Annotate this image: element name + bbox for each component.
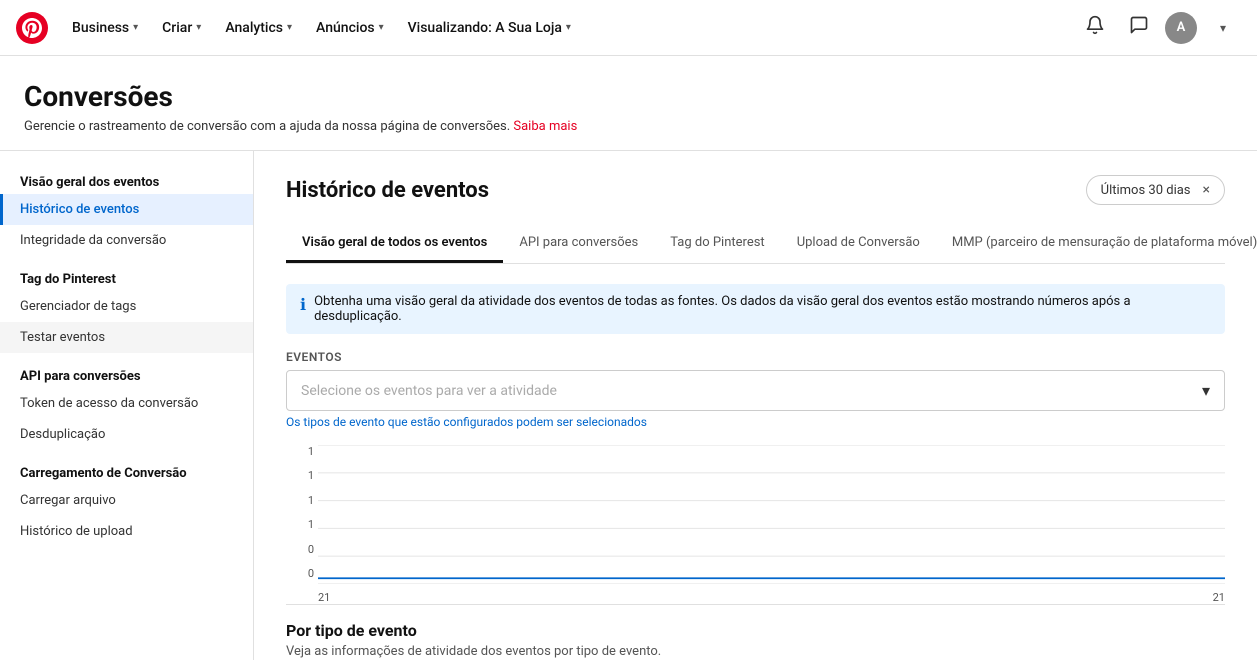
- events-hint: Os tipos de evento que estão configurado…: [286, 415, 1225, 429]
- section-subtitle: Veja as informações de atividade dos eve…: [286, 644, 1225, 659]
- events-dropdown-icon: ▾: [1202, 381, 1210, 400]
- main-layout: Visão geral dos eventos Histórico de eve…: [0, 151, 1257, 660]
- chart-x-labels: 21 21: [318, 584, 1225, 604]
- content-area: Histórico de eventos Últimos 30 dias × V…: [254, 151, 1257, 660]
- nav-business[interactable]: Business ▾: [64, 14, 146, 42]
- visualizando-chevron-icon: ▾: [566, 22, 571, 33]
- y-label-1: 1: [308, 469, 314, 482]
- chart-container: 1 1 1 1 0 0: [286, 445, 1225, 605]
- sidebar-item-testar-eventos[interactable]: Testar eventos: [0, 322, 253, 353]
- chart-svg: [318, 445, 1225, 584]
- sidebar-section-carregamento: Carregamento de Conversão Carregar arqui…: [0, 458, 253, 547]
- pinterest-logo[interactable]: [16, 12, 48, 44]
- chart-y-labels: 1 1 1 1 0 0: [286, 445, 314, 584]
- notification-icon: [1085, 15, 1105, 40]
- sidebar-item-historico-upload[interactable]: Histórico de upload: [0, 516, 253, 547]
- sidebar-item-carregar-arquivo[interactable]: Carregar arquivo: [0, 485, 253, 516]
- nav-anuncios[interactable]: Anúncios ▾: [308, 14, 392, 42]
- x-label-end: 21: [1213, 591, 1225, 604]
- page-subtitle: Gerencie o rastreamento de conversão com…: [24, 119, 1233, 134]
- chat-button[interactable]: [1121, 10, 1157, 46]
- y-label-5: 0: [308, 567, 314, 580]
- y-label-2: 1: [308, 494, 314, 507]
- sidebar-item-historico-eventos[interactable]: Histórico de eventos: [0, 194, 253, 225]
- content-title: Histórico de eventos: [286, 178, 489, 203]
- events-placeholder: Selecione os eventos para ver a atividad…: [301, 383, 557, 399]
- info-icon: ℹ: [300, 295, 306, 314]
- user-avatar[interactable]: A: [1165, 12, 1197, 44]
- nav-criar[interactable]: Criar ▾: [154, 14, 209, 42]
- sidebar-section-title-carregamento: Carregamento de Conversão: [0, 458, 253, 485]
- sidebar-item-desduplicacao[interactable]: Desduplicação: [0, 419, 253, 450]
- y-label-4: 0: [308, 543, 314, 556]
- content-header: Histórico de eventos Últimos 30 dias ×: [286, 175, 1225, 205]
- nav-right-area: A ▾: [1077, 10, 1241, 46]
- events-label: Eventos: [286, 350, 1225, 364]
- page-header: Conversões Gerencie o rastreamento de co…: [0, 56, 1257, 150]
- chart-area: [318, 445, 1225, 584]
- expand-chevron-icon: ▾: [1220, 21, 1226, 35]
- saiba-mais-link[interactable]: Saiba mais: [513, 119, 577, 134]
- chat-icon: [1129, 15, 1149, 40]
- business-chevron-icon: ▾: [133, 22, 138, 33]
- sidebar-section-title-tag-pinterest: Tag do Pinterest: [0, 264, 253, 291]
- tab-tag-pinterest[interactable]: Tag do Pinterest: [654, 225, 780, 263]
- criar-chevron-icon: ▾: [196, 22, 201, 33]
- nav-visualizando[interactable]: Visualizando: A Sua Loja ▾: [400, 14, 579, 42]
- sidebar-section-visao-geral: Visão geral dos eventos Histórico de eve…: [0, 167, 253, 256]
- sidebar-item-integridade-conversao[interactable]: Integridade da conversão: [0, 225, 253, 256]
- top-nav: Business ▾ Criar ▾ Analytics ▾ Anúncios …: [0, 0, 1257, 56]
- date-filter-label: Últimos 30 dias: [1101, 183, 1191, 198]
- nav-expand-button[interactable]: ▾: [1205, 10, 1241, 46]
- sidebar-section-title-api-conversoes: API para conversões: [0, 361, 253, 388]
- info-text: Obtenha uma visão geral da atividade dos…: [314, 294, 1211, 324]
- tab-upload-conversao[interactable]: Upload de Conversão: [781, 225, 936, 263]
- tabs-row: Visão geral de todos os eventos API para…: [286, 225, 1225, 264]
- analytics-chevron-icon: ▾: [287, 22, 292, 33]
- anuncios-chevron-icon: ▾: [379, 22, 384, 33]
- y-label-0: 1: [308, 445, 314, 458]
- sidebar-item-gerenciador-tags[interactable]: Gerenciador de tags: [0, 291, 253, 322]
- date-filter-button[interactable]: Últimos 30 dias ×: [1086, 175, 1225, 205]
- sidebar: Visão geral dos eventos Histórico de eve…: [0, 151, 254, 660]
- tab-api-conversoes[interactable]: API para conversões: [503, 225, 654, 263]
- notification-button[interactable]: [1077, 10, 1113, 46]
- page-title: Conversões: [24, 80, 1233, 113]
- y-label-3: 1: [308, 518, 314, 531]
- x-label-start: 21: [318, 591, 330, 604]
- events-select[interactable]: Selecione os eventos para ver a atividad…: [286, 370, 1225, 411]
- sidebar-section-title-visao-geral: Visão geral dos eventos: [0, 167, 253, 194]
- info-banner: ℹ Obtenha uma visão geral da atividade d…: [286, 284, 1225, 334]
- sidebar-section-api-conversoes: API para conversões Token de acesso da c…: [0, 361, 253, 450]
- nav-analytics[interactable]: Analytics ▾: [217, 14, 300, 42]
- sidebar-section-tag-pinterest: Tag do Pinterest Gerenciador de tags Tes…: [0, 264, 253, 353]
- section-title: Por tipo de evento: [286, 621, 1225, 640]
- tab-mmp[interactable]: MMP (parceiro de mensuração de plataform…: [936, 225, 1257, 263]
- sidebar-item-token-acesso[interactable]: Token de acesso da conversão: [0, 388, 253, 419]
- date-filter-close-icon[interactable]: ×: [1203, 182, 1210, 198]
- tab-visao-geral-eventos[interactable]: Visão geral de todos os eventos: [286, 225, 503, 263]
